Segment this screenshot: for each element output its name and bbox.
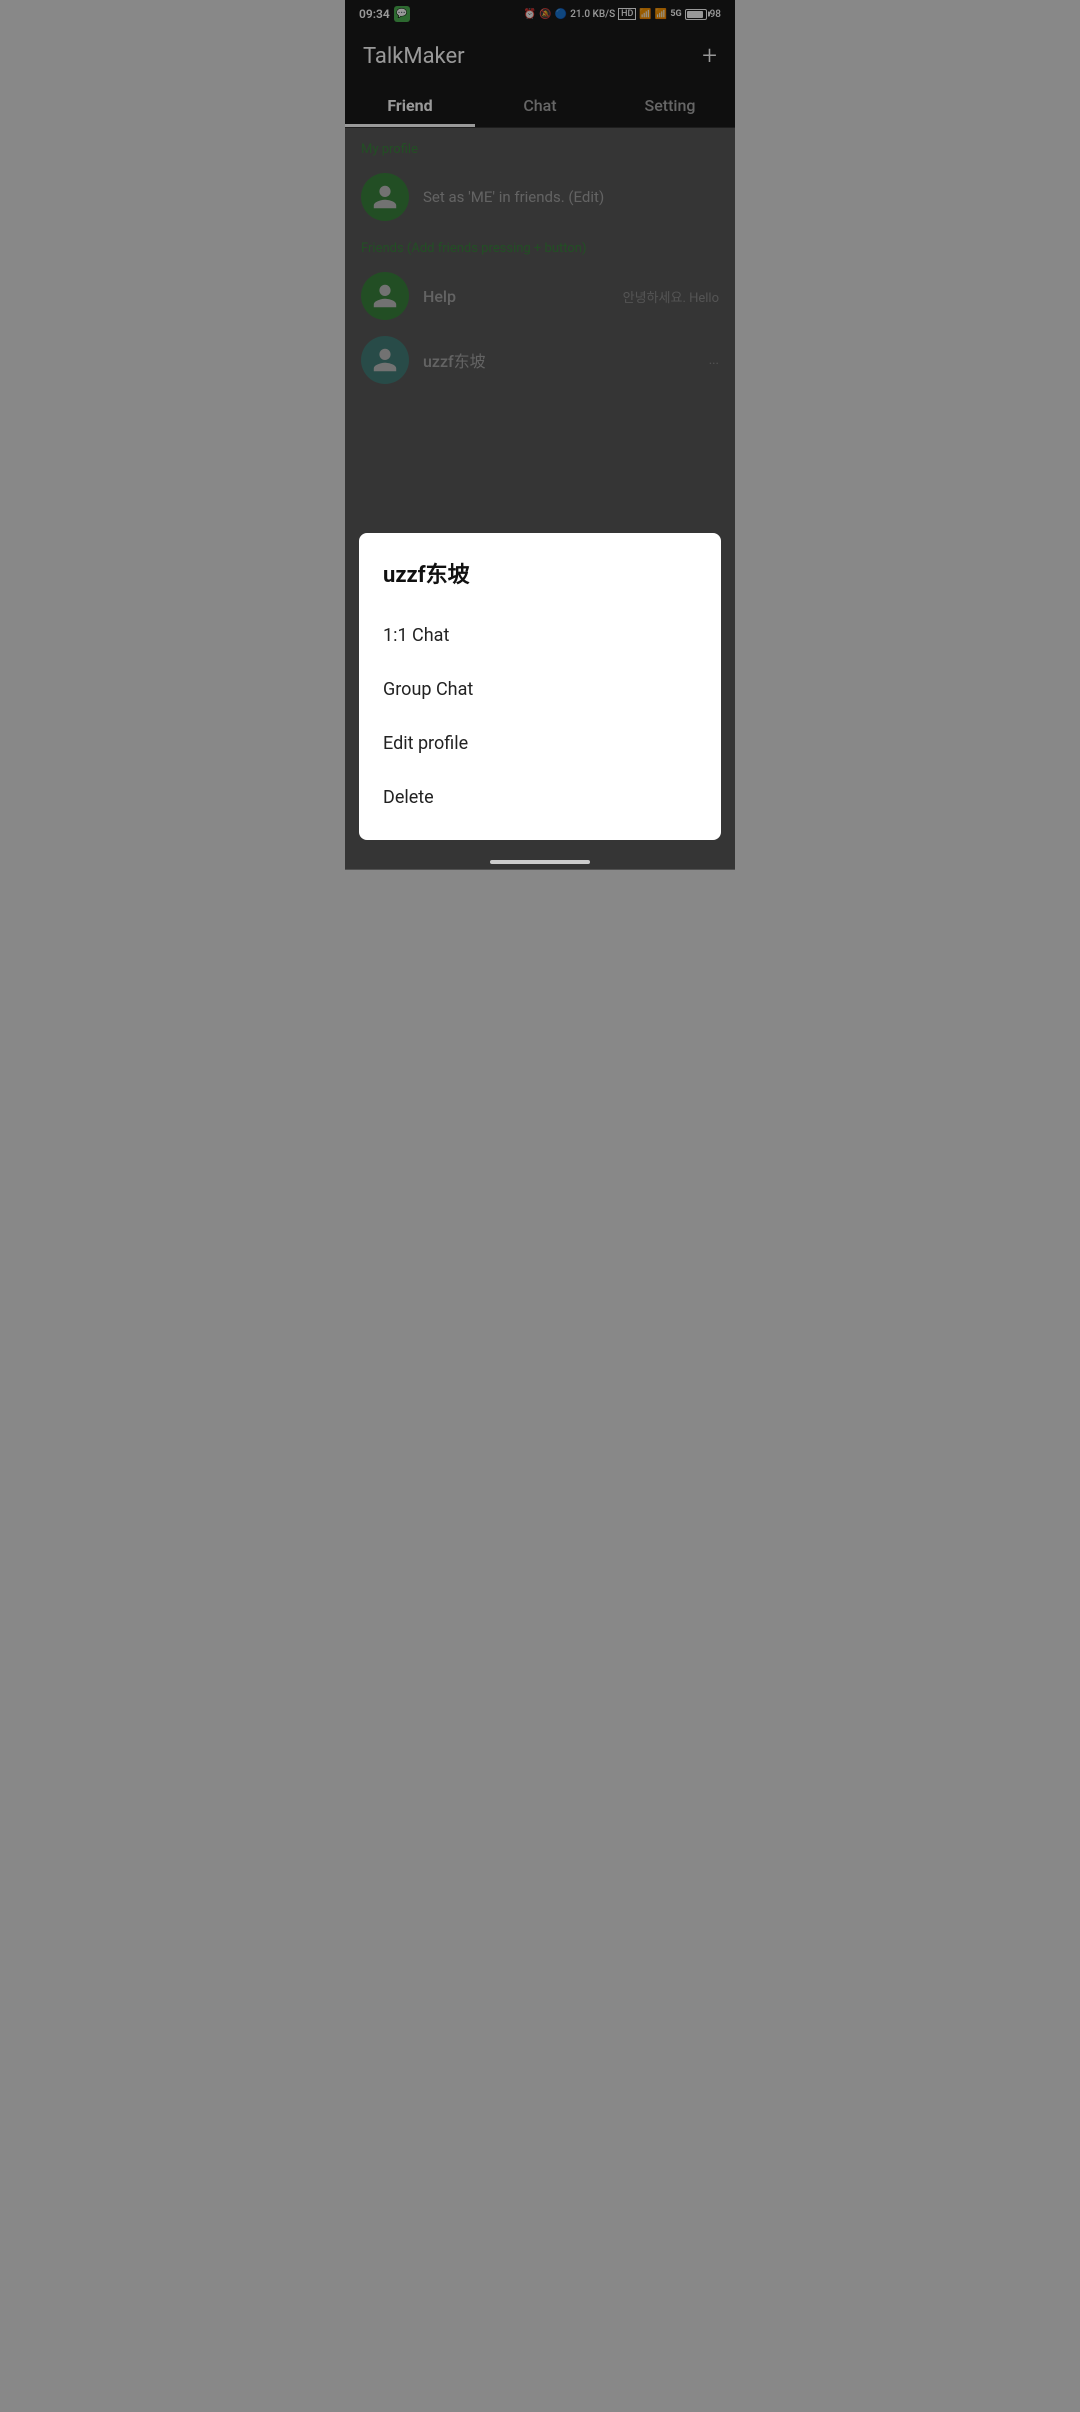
menu-item-1on1-chat[interactable]: 1:1 Chat — [383, 609, 697, 663]
home-indicator — [490, 860, 590, 864]
menu-item-group-chat[interactable]: Group Chat — [383, 663, 697, 717]
menu-item-delete[interactable]: Delete — [383, 771, 697, 824]
menu-item-edit-profile[interactable]: Edit profile — [383, 717, 697, 771]
context-menu-dialog: uzzf东坡 1:1 Chat Group Chat Edit profile … — [359, 533, 721, 840]
dialog-username: uzzf东坡 — [383, 557, 697, 589]
